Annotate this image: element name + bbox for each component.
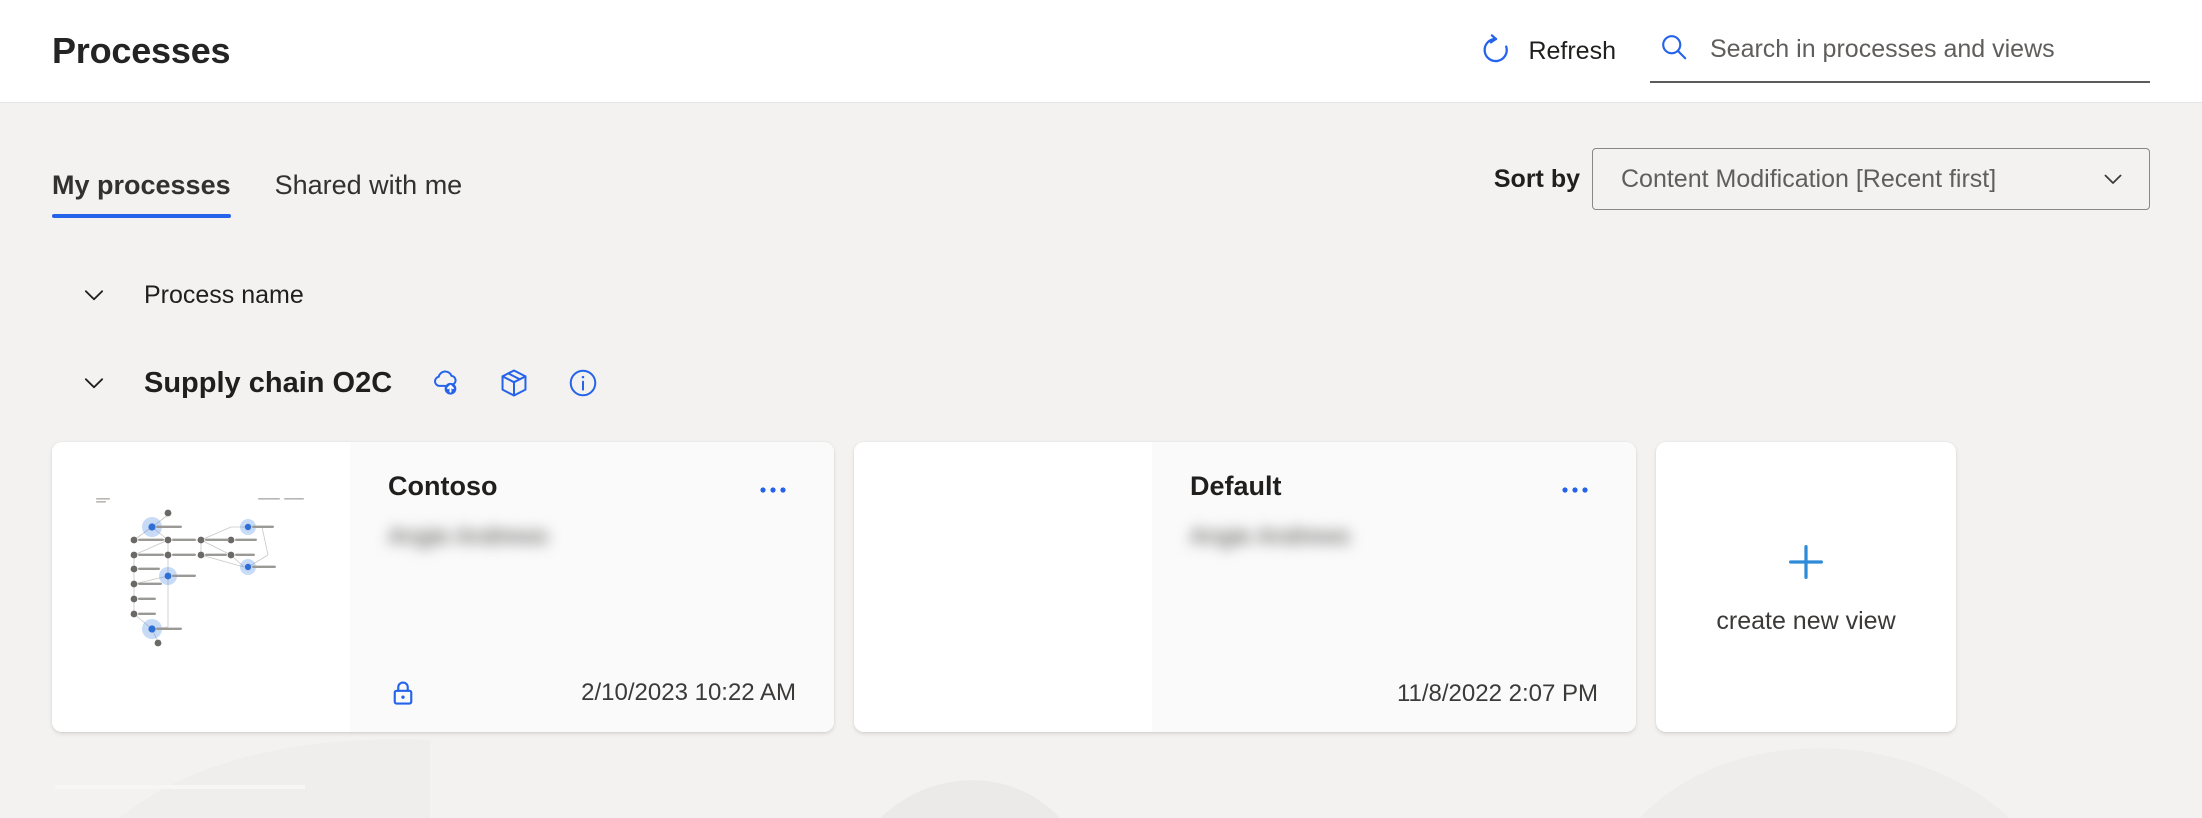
sort-control: Sort by Content Modification [Recent fir…: [1494, 148, 2150, 218]
process-row: Supply chain O2C: [52, 346, 2150, 420]
create-new-view-label: create new view: [1716, 606, 1896, 635]
column-header-row: Process name: [52, 258, 2150, 332]
view-card-author: Angie Andrews: [388, 523, 549, 550]
sub-toolbar: My processes Shared with me Sort by Cont…: [0, 103, 2202, 218]
plus-icon: [1783, 539, 1829, 585]
view-card-list: Contoso Angie Andrews 2/10/2023 10:22 AM…: [52, 442, 2150, 732]
refresh-circular-arrow-icon: [1479, 33, 1513, 70]
process-graph-thumbnail: [96, 498, 304, 647]
more-options-icon[interactable]: [1556, 470, 1598, 503]
page-title: Processes: [52, 30, 231, 71]
search-input[interactable]: [1710, 35, 2146, 64]
cloud-upload-icon[interactable]: [427, 365, 463, 401]
view-card-body: Contoso Angie Andrews 2/10/2023 10:22 AM: [350, 442, 834, 732]
process-list: Process name Supply chain O2C Contoso An…: [0, 258, 2202, 732]
package-box-icon[interactable]: [496, 365, 532, 401]
process-name[interactable]: Supply chain O2C: [144, 367, 392, 400]
view-card-title: Default: [1190, 471, 1282, 501]
search-box[interactable]: [1650, 31, 2150, 83]
sort-by-label: Sort by: [1493, 164, 1580, 193]
sort-by-dropdown[interactable]: Content Modification [Recent first]: [1592, 148, 2150, 210]
view-thumbnail[interactable]: [52, 442, 350, 732]
create-new-view-card[interactable]: create new view: [1656, 442, 1956, 732]
tab-my-processes[interactable]: My processes: [52, 170, 231, 218]
process-action-icons: [427, 365, 601, 401]
view-card[interactable]: Contoso Angie Andrews 2/10/2023 10:22 AM: [52, 442, 834, 732]
app-header: Processes Refresh: [0, 0, 2202, 103]
view-card-date: 2/10/2023 10:22 AM: [581, 679, 796, 706]
view-card-date: 11/8/2022 2:07 PM: [1396, 680, 1598, 707]
tab-shared-with-me[interactable]: Shared with me: [275, 170, 463, 218]
view-card-author: Angie Andrews: [1190, 523, 1351, 550]
search-icon: [1658, 31, 1690, 68]
refresh-button[interactable]: Refresh: [1475, 27, 1620, 76]
refresh-label: Refresh: [1528, 36, 1616, 65]
column-header-process-name: Process name: [144, 280, 304, 309]
chevron-down-icon: [2099, 165, 2127, 193]
view-card-header: Default: [1190, 470, 1598, 503]
view-thumbnail[interactable]: [854, 442, 1152, 732]
view-card-footer: 11/8/2022 2:07 PM: [1190, 680, 1598, 708]
lock-closed-icon: [388, 678, 424, 708]
header-actions: Refresh: [1475, 19, 2150, 83]
tab-list: My processes Shared with me: [52, 170, 462, 218]
info-circle-icon[interactable]: [565, 365, 601, 401]
sort-by-value: Content Modification [Recent first]: [1621, 164, 1997, 193]
chevron-down-icon[interactable]: [66, 267, 122, 323]
view-card-footer: 2/10/2023 10:22 AM: [388, 678, 796, 708]
process-collapse-chevron-down-icon[interactable]: [66, 355, 122, 411]
view-card[interactable]: Default Angie Andrews 11/8/2022 2:07 PM: [854, 442, 1636, 732]
view-card-body: Default Angie Andrews 11/8/2022 2:07 PM: [1152, 442, 1636, 732]
more-options-icon[interactable]: [754, 470, 796, 503]
view-card-title: Contoso: [388, 471, 498, 501]
view-card-header: Contoso: [388, 470, 796, 503]
